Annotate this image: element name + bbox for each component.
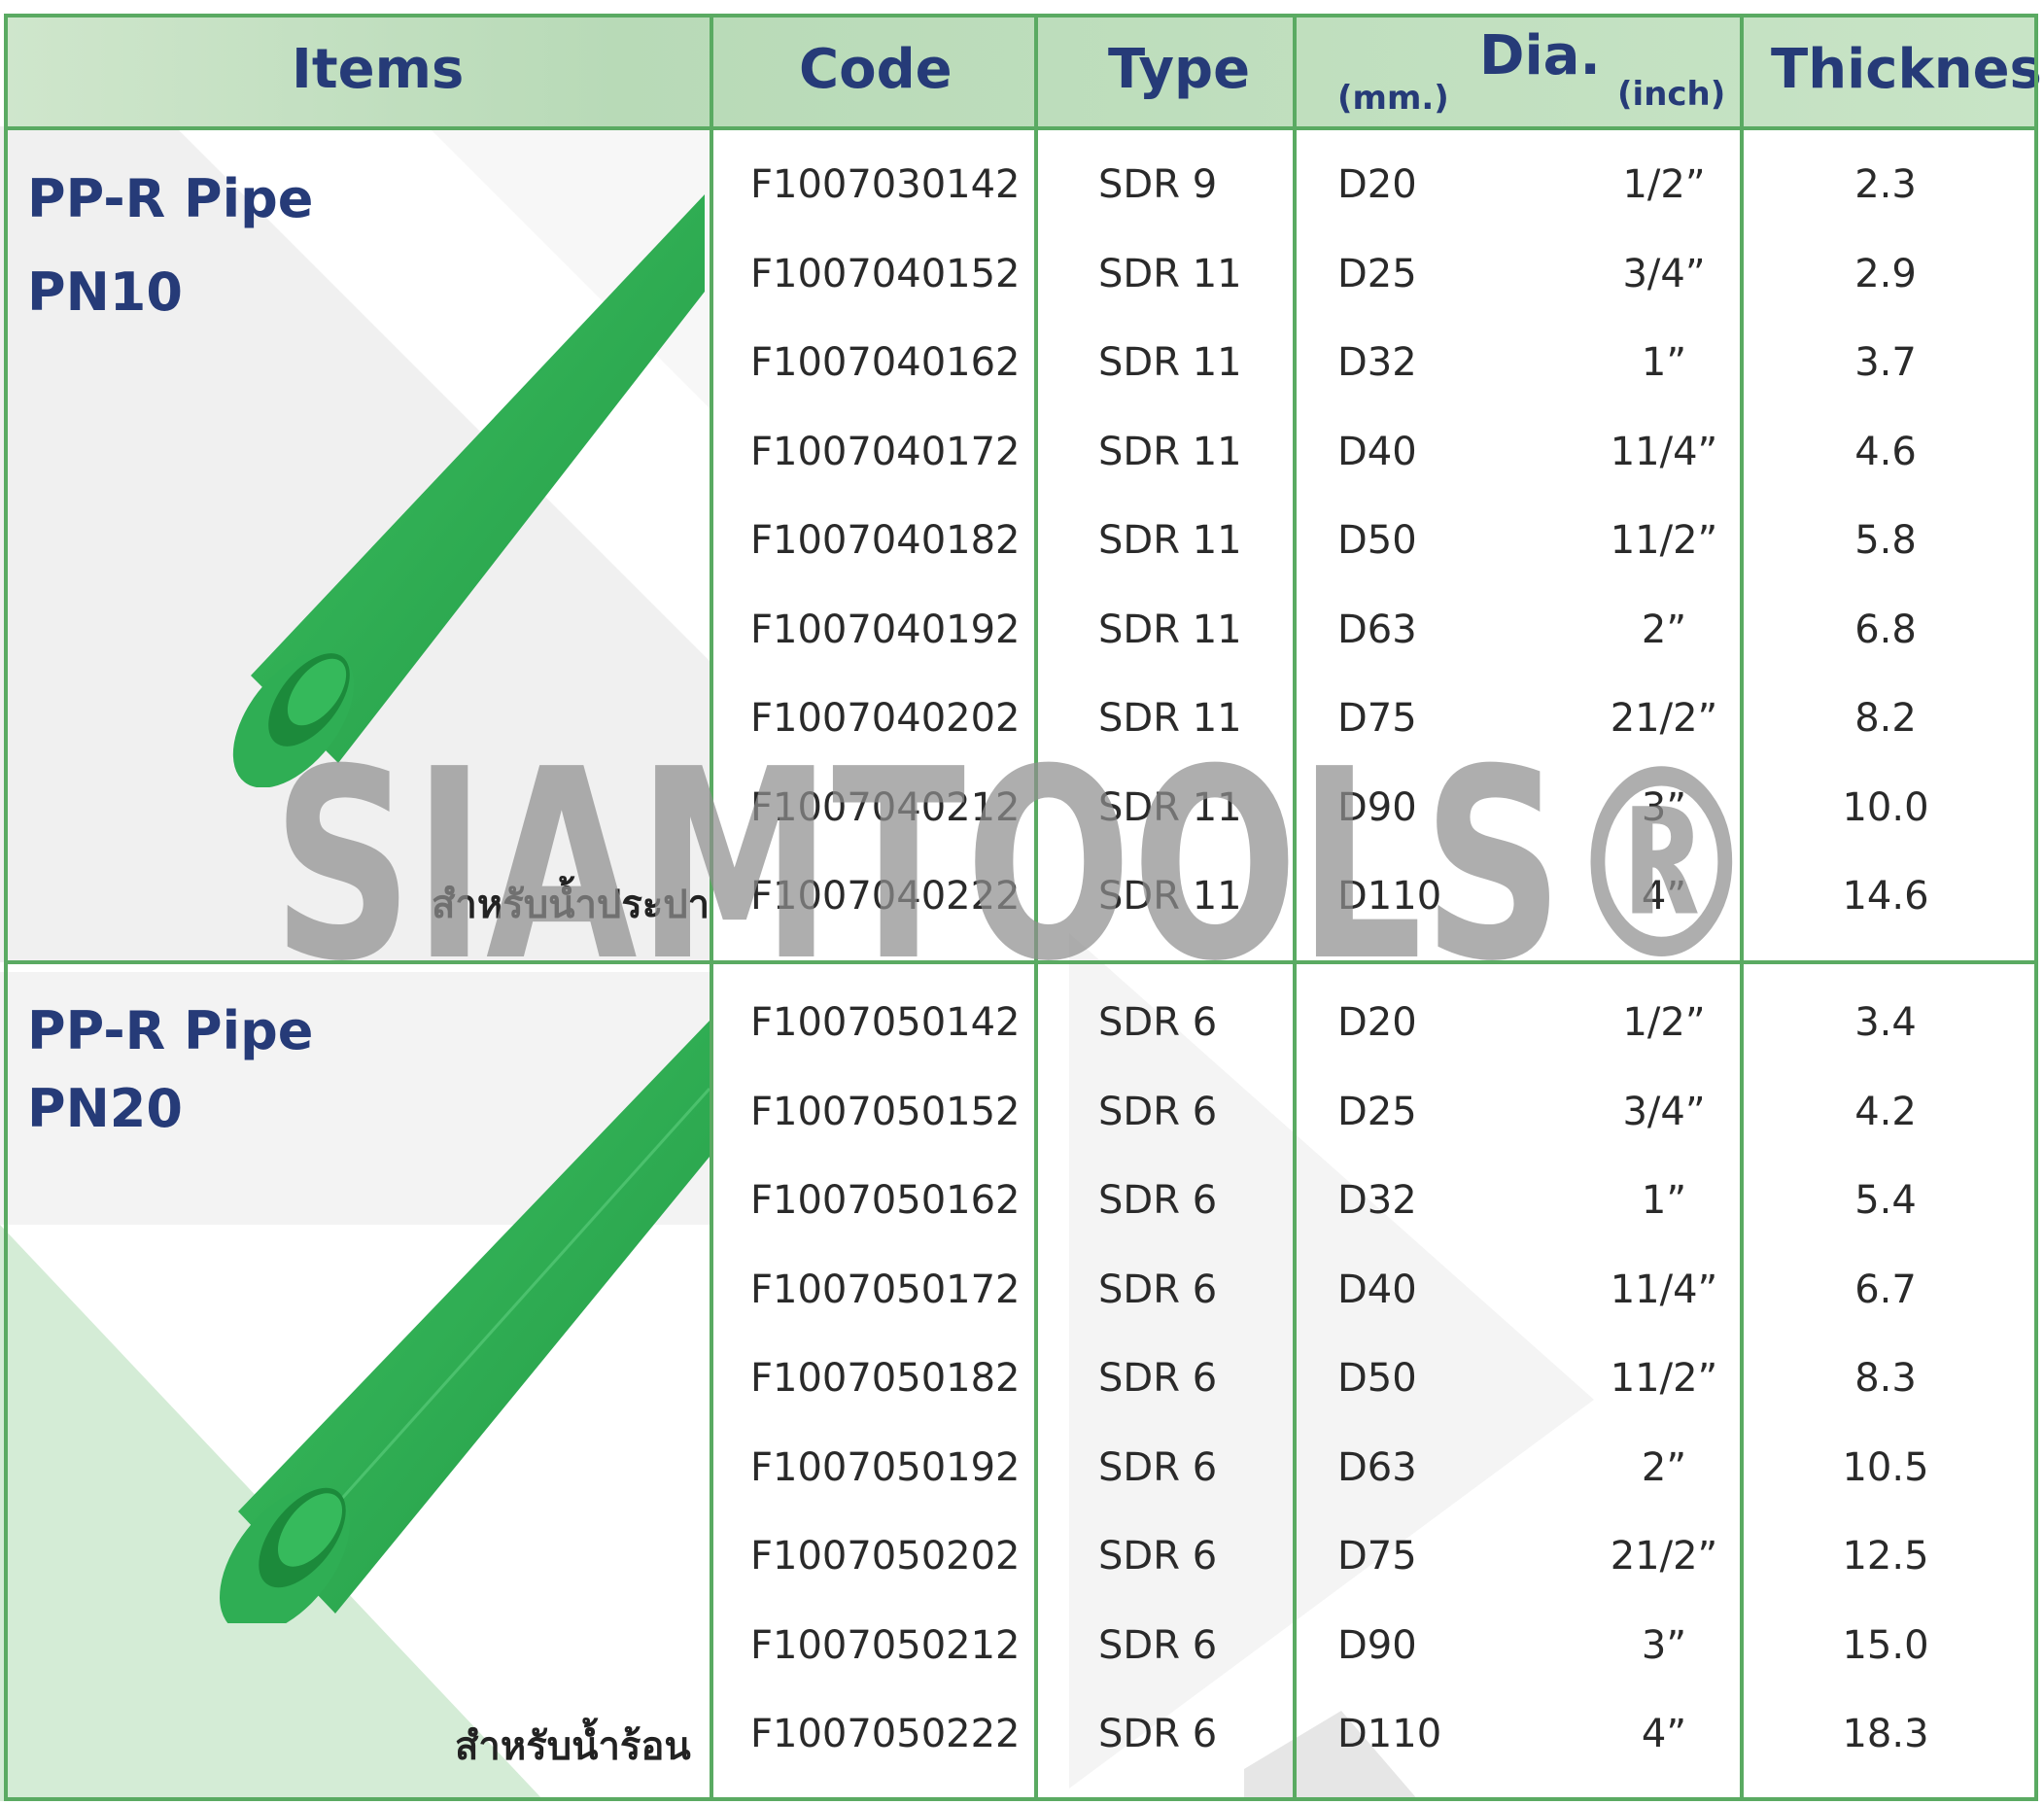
dia-inch-cell: 4” xyxy=(1641,1712,1687,1756)
code-cell: F1007050142 xyxy=(750,1000,1021,1045)
code-cell: F1007050192 xyxy=(750,1445,1021,1490)
dia-inch-cell: 3/4” xyxy=(1622,1090,1706,1134)
dia-inch-cell: 11/2” xyxy=(1610,518,1718,563)
type-cell: SDR 9 xyxy=(1098,162,1218,207)
thickness-cell: 10.0 xyxy=(1842,785,1929,830)
code-cell: F1007040212 xyxy=(750,785,1021,830)
thickness-cell: 2.9 xyxy=(1854,252,1917,296)
thickness-cell: 12.5 xyxy=(1842,1534,1929,1579)
type-cell: SDR 6 xyxy=(1098,1534,1218,1579)
code-cell: F1007040152 xyxy=(750,252,1021,296)
dia-inch-cell: 2” xyxy=(1641,607,1687,652)
code-cell: F1007030142 xyxy=(750,162,1021,207)
code-cell: F1007040222 xyxy=(750,874,1021,919)
dia-inch-cell: 21/2” xyxy=(1610,696,1718,741)
dia-mm-cell: D50 xyxy=(1337,518,1417,563)
dia-inch-cell: 1/2” xyxy=(1622,162,1706,207)
dia-mm-cell: D32 xyxy=(1337,340,1417,385)
thickness-cell: 3.4 xyxy=(1854,1000,1917,1045)
thickness-cell: 4.6 xyxy=(1854,430,1917,474)
thickness-cell: 3.7 xyxy=(1854,340,1917,385)
type-cell: SDR 6 xyxy=(1098,1090,1218,1134)
thickness-cell: 5.4 xyxy=(1854,1178,1917,1223)
dia-inch-cell: 1/2” xyxy=(1622,1000,1706,1045)
type-cell: SDR 11 xyxy=(1098,785,1242,830)
type-cell: SDR 11 xyxy=(1098,340,1242,385)
code-cell: F1007040162 xyxy=(750,340,1021,385)
type-cell: SDR 6 xyxy=(1098,1178,1218,1223)
dia-mm-cell: D90 xyxy=(1337,785,1417,830)
code-cell: F1007050152 xyxy=(750,1090,1021,1134)
thickness-cell: 6.7 xyxy=(1854,1267,1917,1312)
thickness-cell: 18.3 xyxy=(1842,1712,1929,1756)
code-cell: F1007050222 xyxy=(750,1712,1021,1756)
dia-mm-cell: D110 xyxy=(1337,1712,1442,1756)
dia-mm-cell: D75 xyxy=(1337,696,1417,741)
dia-mm-cell: D25 xyxy=(1337,1090,1417,1134)
type-cell: SDR 11 xyxy=(1098,874,1242,919)
dia-inch-cell: 3/4” xyxy=(1622,252,1706,296)
type-cell: SDR 11 xyxy=(1098,518,1242,563)
dia-mm-cell: D63 xyxy=(1337,1445,1417,1490)
code-cell: F1007040202 xyxy=(750,696,1021,741)
code-cell: F1007050162 xyxy=(750,1178,1021,1223)
thickness-cell: 5.8 xyxy=(1854,518,1917,563)
thickness-cell: 8.2 xyxy=(1854,696,1917,741)
dia-mm-cell: D63 xyxy=(1337,607,1417,652)
thickness-cell: 8.3 xyxy=(1854,1356,1917,1401)
type-cell: SDR 6 xyxy=(1098,1623,1218,1668)
dia-inch-cell: 4” xyxy=(1641,874,1687,919)
type-cell: SDR 11 xyxy=(1098,252,1242,296)
dia-mm-cell: D20 xyxy=(1337,162,1417,207)
code-cell: F1007050172 xyxy=(750,1267,1021,1312)
dia-mm-cell: D50 xyxy=(1337,1356,1417,1401)
dia-mm-cell: D25 xyxy=(1337,252,1417,296)
dia-mm-cell: D40 xyxy=(1337,1267,1417,1312)
code-cell: F1007050182 xyxy=(750,1356,1021,1401)
type-cell: SDR 6 xyxy=(1098,1267,1218,1312)
code-cell: F1007040192 xyxy=(750,607,1021,652)
dia-mm-cell: D32 xyxy=(1337,1178,1417,1223)
dia-mm-cell: D75 xyxy=(1337,1534,1417,1579)
type-cell: SDR 6 xyxy=(1098,1712,1218,1756)
thickness-cell: 2.3 xyxy=(1854,162,1917,207)
code-cell: F1007050212 xyxy=(750,1623,1021,1668)
dia-inch-cell: 2” xyxy=(1641,1445,1687,1490)
code-cell: F1007050202 xyxy=(750,1534,1021,1579)
dia-inch-cell: 3” xyxy=(1641,1623,1687,1668)
thickness-cell: 4.2 xyxy=(1854,1090,1917,1134)
thickness-cell: 10.5 xyxy=(1842,1445,1929,1490)
dia-inch-cell: 11/4” xyxy=(1610,1267,1718,1312)
dia-mm-cell: D40 xyxy=(1337,430,1417,474)
type-cell: SDR 6 xyxy=(1098,1356,1218,1401)
type-cell: SDR 6 xyxy=(1098,1445,1218,1490)
dia-mm-cell: D110 xyxy=(1337,874,1442,919)
dia-inch-cell: 1” xyxy=(1641,1178,1687,1223)
dia-mm-cell: D20 xyxy=(1337,1000,1417,1045)
thickness-cell: 6.8 xyxy=(1854,607,1917,652)
dia-inch-cell: 21/2” xyxy=(1610,1534,1718,1579)
type-cell: SDR 11 xyxy=(1098,696,1242,741)
type-cell: SDR 11 xyxy=(1098,430,1242,474)
dia-inch-cell: 3” xyxy=(1641,785,1687,830)
type-cell: SDR 11 xyxy=(1098,607,1242,652)
dia-inch-cell: 1” xyxy=(1641,340,1687,385)
dia-mm-cell: D90 xyxy=(1337,1623,1417,1668)
thickness-cell: 15.0 xyxy=(1842,1623,1929,1668)
dia-inch-cell: 11/4” xyxy=(1610,430,1718,474)
type-cell: SDR 6 xyxy=(1098,1000,1218,1045)
code-cell: F1007040182 xyxy=(750,518,1021,563)
code-cell: F1007040172 xyxy=(750,430,1021,474)
thickness-cell: 14.6 xyxy=(1842,874,1929,919)
dia-inch-cell: 11/2” xyxy=(1610,1356,1718,1401)
